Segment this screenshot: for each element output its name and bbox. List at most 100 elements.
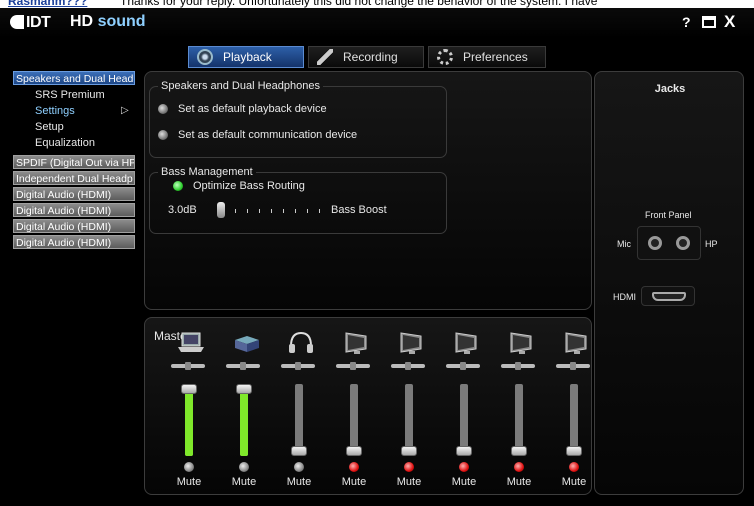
mixer-panel: Master Mute Mute Mute Mute Mute Mute Mute Mute bbox=[144, 317, 592, 495]
default-communication-option[interactable]: Set as default communication device bbox=[158, 129, 357, 141]
mixer-channel: Mute bbox=[497, 324, 547, 494]
speaker-box-icon[interactable] bbox=[231, 330, 261, 356]
microphone-icon bbox=[317, 49, 333, 65]
monitor-icon[interactable] bbox=[506, 330, 536, 356]
mute-toggle[interactable] bbox=[184, 462, 194, 472]
mixer-channel: Mute bbox=[277, 324, 327, 494]
subitem-setup[interactable]: Setup bbox=[13, 119, 135, 135]
volume-knob[interactable] bbox=[291, 446, 307, 456]
monitor-icon[interactable] bbox=[561, 330, 591, 356]
volume-slider[interactable] bbox=[566, 384, 582, 456]
tab-preferences[interactable]: Preferences bbox=[428, 46, 546, 68]
volume-slider[interactable] bbox=[291, 384, 307, 456]
option-label: Set as default communication device bbox=[178, 129, 358, 141]
slider-tick bbox=[247, 209, 248, 213]
balance-slider[interactable] bbox=[281, 362, 315, 370]
tab-label: Preferences bbox=[463, 50, 528, 64]
speakers-group: Speakers and Dual Headphones bbox=[149, 80, 447, 158]
volume-slider[interactable] bbox=[181, 384, 197, 456]
volume-slider[interactable] bbox=[401, 384, 417, 456]
mute-label: Mute bbox=[286, 476, 312, 488]
jacks-title: Jacks bbox=[654, 83, 686, 95]
tab-recording[interactable]: Recording bbox=[308, 46, 424, 68]
mute-label: Mute bbox=[176, 476, 202, 488]
mute-label: Mute bbox=[451, 476, 477, 488]
balance-slider[interactable] bbox=[556, 362, 590, 370]
mute-toggle[interactable] bbox=[569, 462, 579, 472]
balance-slider[interactable] bbox=[171, 362, 205, 370]
volume-knob[interactable] bbox=[181, 384, 197, 394]
volume-knob[interactable] bbox=[456, 446, 472, 456]
settings-panel: Speakers and Dual Headphones Set as defa… bbox=[144, 71, 592, 310]
mute-toggle[interactable] bbox=[349, 462, 359, 472]
mute-toggle[interactable] bbox=[294, 462, 304, 472]
balance-slider[interactable] bbox=[226, 362, 260, 370]
volume-knob[interactable] bbox=[401, 446, 417, 456]
bass-boost-value: 3.0dB bbox=[168, 204, 197, 216]
close-button[interactable]: X bbox=[724, 12, 735, 32]
mute-toggle[interactable] bbox=[514, 462, 524, 472]
subitem-equalization[interactable]: Equalization bbox=[13, 135, 135, 151]
balance-slider[interactable] bbox=[446, 362, 480, 370]
title-bar: IDT HD sound ? X bbox=[0, 8, 754, 38]
radio-icon bbox=[158, 130, 168, 140]
volume-knob[interactable] bbox=[346, 446, 362, 456]
subitem-label: Settings bbox=[35, 105, 75, 117]
background-window-strip: Rasmanm??? Thanks for your reply. Unfort… bbox=[0, 0, 754, 8]
bass-boost-slider[interactable] bbox=[211, 200, 326, 220]
subitem-srs-premium[interactable]: SRS Premium bbox=[13, 87, 135, 103]
tab-playback[interactable]: Playback bbox=[188, 46, 304, 68]
device-item[interactable]: Speakers and Dual Head bbox=[13, 71, 135, 85]
slider-tick bbox=[235, 209, 236, 213]
mic-jack-icon[interactable] bbox=[648, 236, 662, 250]
monitor-icon[interactable] bbox=[396, 330, 426, 356]
monitor-icon[interactable] bbox=[451, 330, 481, 356]
device-item[interactable]: SPDIF (Digital Out via HP bbox=[13, 155, 135, 169]
mute-toggle[interactable] bbox=[404, 462, 414, 472]
volume-level-fill bbox=[185, 384, 193, 456]
slider-thumb[interactable] bbox=[217, 202, 225, 218]
volume-knob[interactable] bbox=[511, 446, 527, 456]
laptop-icon[interactable] bbox=[176, 330, 206, 356]
headphone-jack-icon[interactable] bbox=[676, 236, 690, 250]
volume-knob[interactable] bbox=[566, 446, 582, 456]
headphones-icon[interactable] bbox=[286, 330, 316, 356]
balance-slider[interactable] bbox=[336, 362, 370, 370]
mixer-channel: Mute bbox=[442, 324, 492, 494]
default-playback-option[interactable]: Set as default playback device bbox=[158, 103, 327, 115]
device-subitems: SRS Premium Settings ▷ Setup Equalizatio… bbox=[13, 87, 135, 151]
hdmi-port-icon[interactable] bbox=[652, 292, 686, 301]
mute-toggle[interactable] bbox=[239, 462, 249, 472]
radio-icon bbox=[158, 104, 168, 114]
balance-slider[interactable] bbox=[501, 362, 535, 370]
volume-slider[interactable] bbox=[236, 384, 252, 456]
subitem-settings[interactable]: Settings ▷ bbox=[13, 103, 135, 119]
mixer-channel: Mute bbox=[387, 324, 437, 494]
maximize-button[interactable] bbox=[702, 16, 716, 28]
option-label: Optimize Bass Routing bbox=[193, 180, 305, 192]
mixer-channel: Mute bbox=[167, 324, 217, 494]
speakers-group-title: Speakers and Dual Headphones bbox=[161, 80, 321, 92]
mute-label: Mute bbox=[231, 476, 257, 488]
background-text: Thanks for your reply. Unfortunately thi… bbox=[120, 0, 598, 8]
device-item[interactable]: Digital Audio (HDMI) bbox=[13, 219, 135, 233]
device-item[interactable]: Independent Dual Headp bbox=[13, 171, 135, 185]
hdmi-label: HDMI bbox=[613, 292, 636, 302]
device-item[interactable]: Digital Audio (HDMI) bbox=[13, 235, 135, 249]
volume-knob[interactable] bbox=[236, 384, 252, 394]
volume-slider[interactable] bbox=[346, 384, 362, 456]
optimize-bass-option[interactable]: Optimize Bass Routing bbox=[173, 180, 305, 192]
monitor-icon[interactable] bbox=[341, 330, 371, 356]
led-icon bbox=[173, 181, 183, 191]
volume-slider[interactable] bbox=[456, 384, 472, 456]
slider-tick bbox=[283, 209, 284, 213]
help-button[interactable]: ? bbox=[682, 14, 691, 30]
volume-slider[interactable] bbox=[511, 384, 527, 456]
mute-toggle[interactable] bbox=[459, 462, 469, 472]
app-title: HD sound bbox=[70, 13, 146, 30]
device-item[interactable]: Digital Audio (HDMI) bbox=[13, 203, 135, 217]
balance-slider[interactable] bbox=[391, 362, 425, 370]
slider-tick bbox=[271, 209, 272, 213]
background-username-link[interactable]: Rasmanm??? bbox=[8, 0, 87, 8]
device-item[interactable]: Digital Audio (HDMI) bbox=[13, 187, 135, 201]
